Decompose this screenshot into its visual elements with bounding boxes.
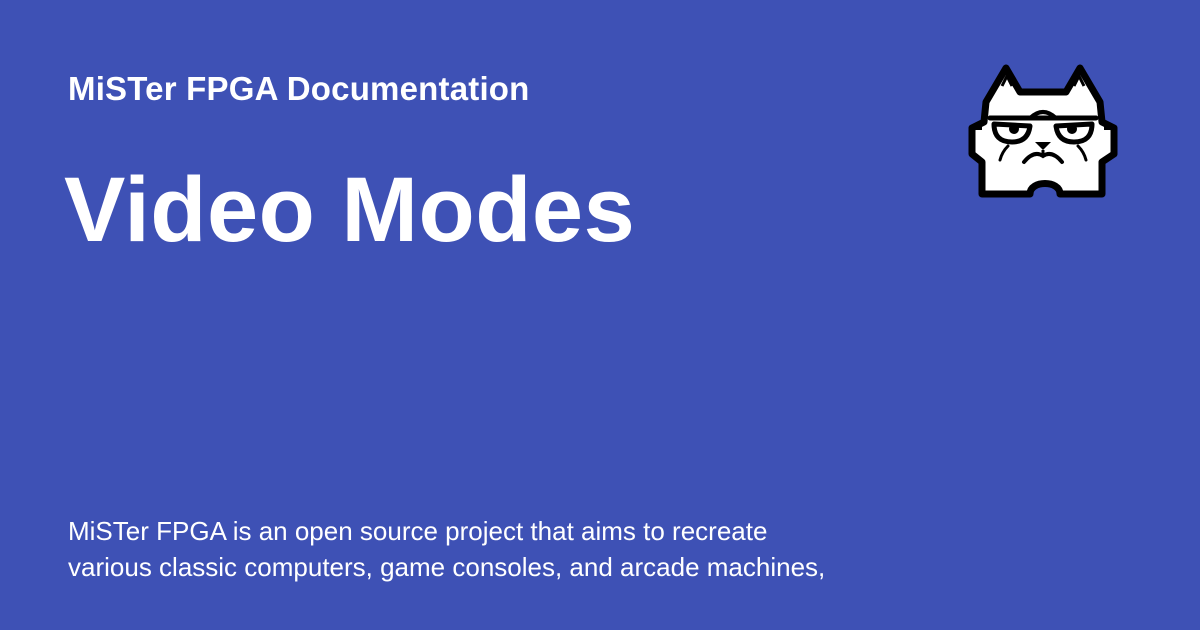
site-description: MiSTer FPGA is an open source project th… [68, 513, 968, 585]
description-line: MiSTer FPGA is an open source project th… [68, 516, 768, 546]
grumpy-cat-icon [968, 64, 1118, 198]
page-title: Video Modes [64, 159, 636, 261]
site-name: MiSTer FPGA Documentation [68, 70, 530, 107]
description-line: various classic computers, game consoles… [68, 552, 826, 582]
